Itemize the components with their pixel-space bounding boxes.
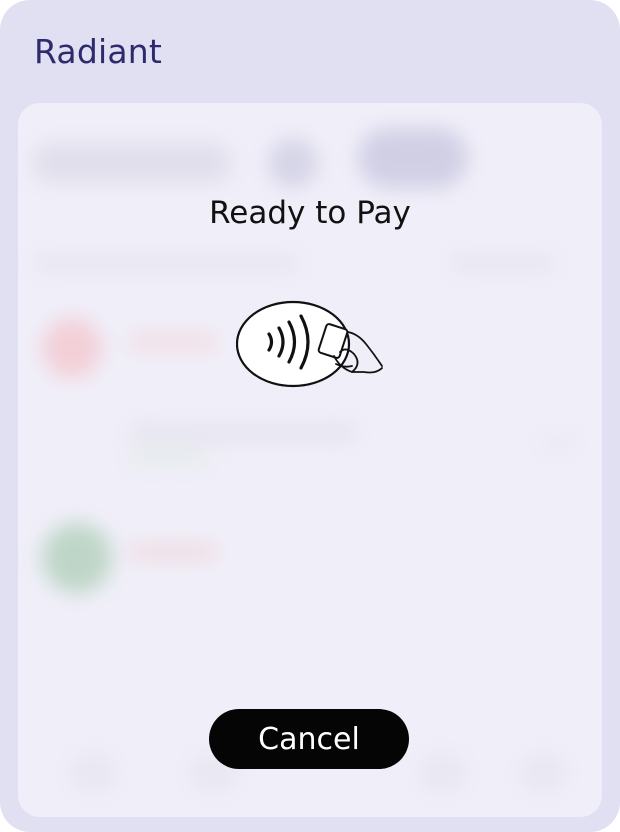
payment-card: Ready to Pay Cancel [18, 103, 602, 817]
app-frame: Radiant Ready to Pay Cancel [0, 0, 620, 832]
app-brand-title: Radiant [34, 32, 163, 71]
ready-to-pay-title: Ready to Pay [209, 195, 411, 231]
contactless-tap-icon [235, 298, 386, 390]
cancel-button[interactable]: Cancel [209, 709, 409, 769]
